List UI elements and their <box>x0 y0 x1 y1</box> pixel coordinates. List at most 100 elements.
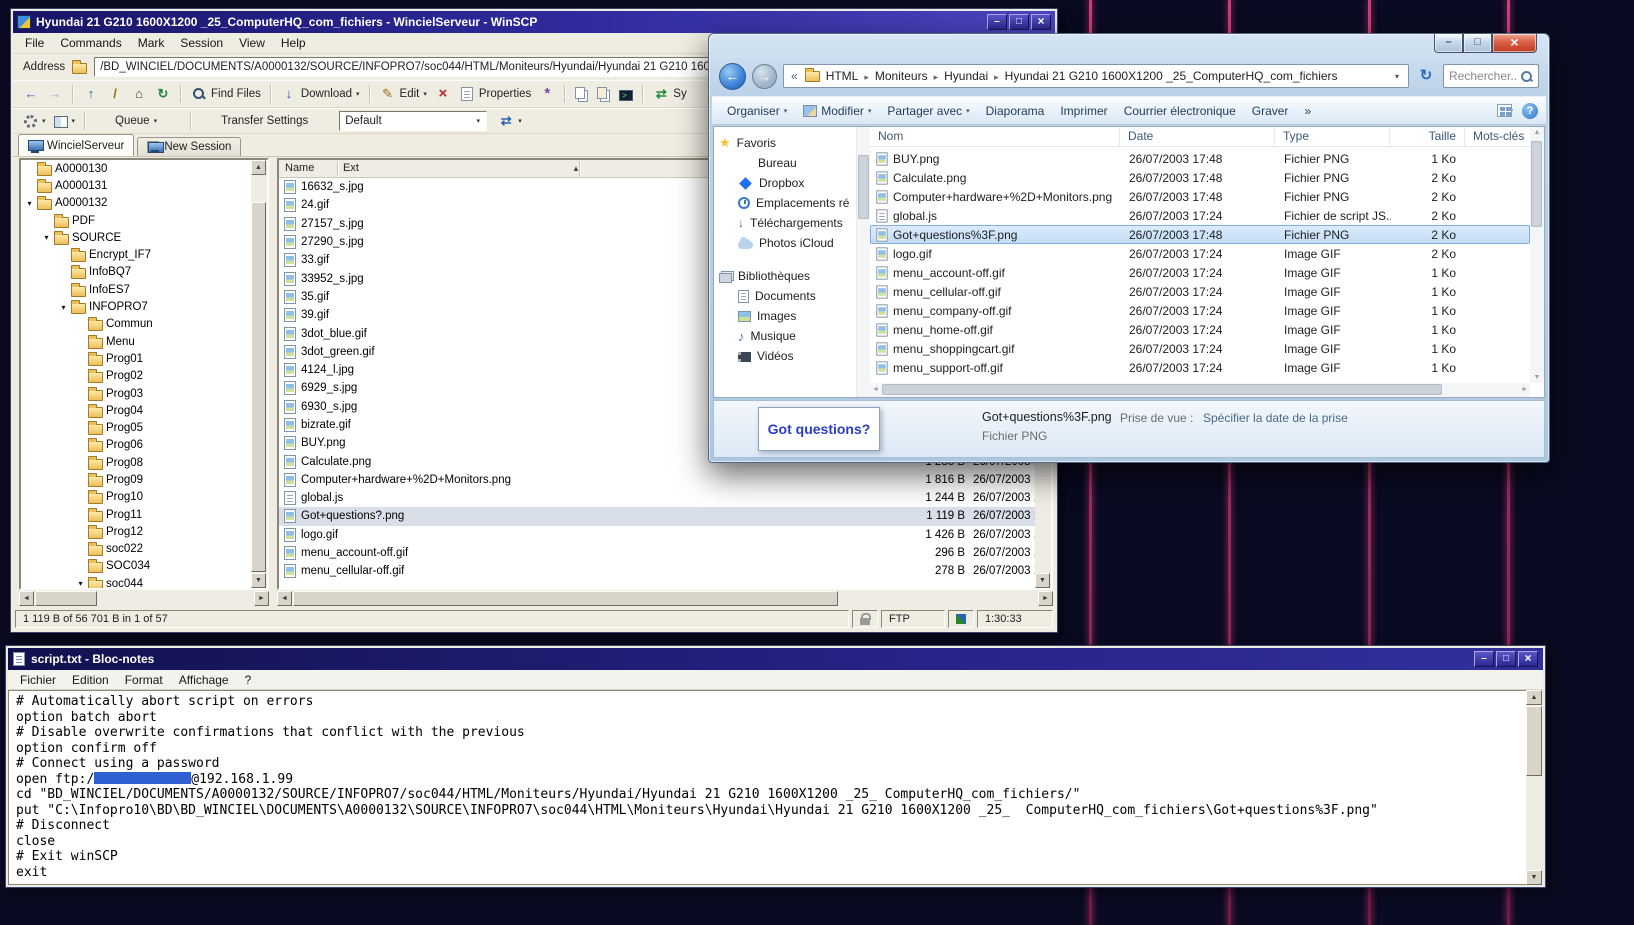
toolbar-button[interactable]: Download <box>278 84 363 104</box>
file-preview-thumbnail[interactable]: Got questions? <box>758 407 880 451</box>
toolbar-button[interactable] <box>536 84 558 104</box>
command-button[interactable]: Courrier électronique <box>1117 101 1243 121</box>
tree-node[interactable]: Menu <box>21 333 251 350</box>
toolbar-button[interactable] <box>51 112 79 130</box>
file-row[interactable]: global.js 1 244 B 26/07/2003 1 <box>279 489 1035 507</box>
sidebar-scrollbar[interactable] <box>856 127 870 397</box>
toolbar-button[interactable] <box>642 85 644 103</box>
file-row[interactable]: menu_shoppingcart.gif 26/07/2003 17:24 I… <box>870 339 1530 358</box>
scroll-up-icon[interactable] <box>1526 690 1542 705</box>
tree-node[interactable]: Prog10 <box>21 489 251 506</box>
menu-item[interactable]: File <box>17 34 52 52</box>
toolbar-button[interactable] <box>80 84 102 104</box>
tree-node[interactable]: Prog06 <box>21 437 251 454</box>
file-row[interactable]: menu_account-off.gif 296 B 26/07/2003 1 <box>279 544 1035 562</box>
menu-item[interactable]: Session <box>172 34 231 52</box>
sidebar-item[interactable]: Emplacements ré <box>714 193 856 213</box>
toolbar-button[interactable]: Transfer Settings <box>198 111 311 131</box>
command-button[interactable]: Diaporama <box>979 101 1052 121</box>
breadcrumb-overflow-chevron[interactable]: « <box>787 69 802 83</box>
maximize-button[interactable] <box>1009 14 1029 30</box>
forward-button[interactable] <box>752 64 777 89</box>
menu-item[interactable]: Help <box>273 34 314 52</box>
scroll-up-icon[interactable]: ▲ <box>1530 129 1544 136</box>
winscp-titlebar[interactable]: Hyundai 21 G210 1600X1200 _25_ComputerHQ… <box>13 11 1055 33</box>
search-input[interactable] <box>1449 69 1517 83</box>
command-button[interactable]: » <box>1297 101 1318 121</box>
toolbar-button[interactable]: Edit <box>377 84 430 104</box>
minimize-button[interactable] <box>987 14 1007 30</box>
list-vertical-scrollbar[interactable]: ▲ ▼ <box>1530 127 1544 383</box>
minimize-button[interactable] <box>1474 651 1494 667</box>
toolbar-button[interactable] <box>162 111 184 132</box>
menu-item[interactable]: Fichier <box>12 672 64 688</box>
close-button[interactable] <box>1492 34 1537 53</box>
maximize-button[interactable] <box>1463 34 1492 53</box>
notepad-text-area[interactable]: # Automatically abort script on errors o… <box>8 690 1526 885</box>
tree-node[interactable]: A0000132 <box>21 195 251 212</box>
breadcrumb-item[interactable]: Moniteurs <box>872 69 931 83</box>
sidebar-item[interactable]: Photos iCloud <box>714 233 856 253</box>
scrollbar-thumb[interactable] <box>293 591 838 606</box>
scrollbar-thumb[interactable] <box>882 384 1442 395</box>
tree-node[interactable]: Prog03 <box>21 385 251 402</box>
toolbar-button[interactable] <box>20 112 49 131</box>
breadcrumb-item[interactable]: Hyundai <box>941 69 991 83</box>
file-row[interactable]: menu_cellular-off.gif 26/07/2003 17:24 I… <box>870 282 1530 301</box>
expanded-indicator-icon[interactable] <box>59 303 68 312</box>
file-row[interactable]: Computer+hardware+%2D+Monitors.png 26/07… <box>870 187 1530 206</box>
combo-arrow-icon[interactable] <box>470 117 486 125</box>
sidebar-item[interactable]: Bibliothèques <box>714 266 856 286</box>
tree-node[interactable]: A0000130 <box>21 160 251 177</box>
transfer-settings-combo[interactable]: Default <box>339 111 487 131</box>
scroll-left-icon[interactable] <box>277 591 292 606</box>
tree-node[interactable]: soc044 <box>21 575 251 588</box>
tree-node[interactable]: SOC034 <box>21 558 251 575</box>
session-tab[interactable]: New Session <box>137 137 241 156</box>
column-header[interactable]: Taille <box>1390 127 1465 147</box>
file-row[interactable]: BUY.png 26/07/2003 17:48 Fichier PNG 1 K… <box>870 149 1530 168</box>
expanded-indicator-icon[interactable] <box>76 579 85 588</box>
scroll-left-icon[interactable] <box>19 591 34 606</box>
command-button[interactable]: Organiser <box>720 101 794 121</box>
toolbar-button[interactable]: Default <box>313 109 493 133</box>
tree-node[interactable]: Prog01 <box>21 350 251 367</box>
tree-horizontal-scrollbar[interactable] <box>19 591 269 607</box>
toolbar-button[interactable] <box>180 85 182 103</box>
scroll-right-icon[interactable]: ► <box>1521 386 1528 393</box>
tree-node[interactable]: SOURCE <box>21 229 251 246</box>
details-shot-value[interactable]: Spécifier la date de la prise <box>1203 411 1348 425</box>
sidebar-item[interactable]: Documents <box>714 286 856 306</box>
file-row[interactable]: Got+questions%3F.png 26/07/2003 17:48 Fi… <box>870 225 1530 244</box>
sidebar-item[interactable]: Musique <box>714 326 856 346</box>
command-button[interactable]: Graver <box>1245 101 1296 121</box>
tree-node[interactable]: Commun <box>21 316 251 333</box>
back-button[interactable] <box>719 63 746 90</box>
toolbar-button[interactable] <box>564 85 566 103</box>
toolbar-button[interactable] <box>20 84 42 104</box>
breadcrumb-item[interactable]: Hyundai 21 G210 1600X1200 _25_ComputerHQ… <box>1002 69 1341 83</box>
notepad-titlebar[interactable]: script.txt - Bloc-notes <box>8 648 1543 670</box>
sidebar-item[interactable]: Téléchargements <box>714 213 856 233</box>
toolbar-button[interactable] <box>369 85 371 103</box>
command-button[interactable]: Modifier <box>796 101 878 121</box>
scrollbar-thumb[interactable] <box>1526 706 1542 776</box>
column-header[interactable]: Nom <box>870 127 1120 147</box>
close-button[interactable] <box>1518 651 1538 667</box>
sidebar-item[interactable]: Vidéos <box>714 346 856 366</box>
files-horizontal-scrollbar[interactable] <box>277 591 1053 607</box>
sidebar-item[interactable]: Bureau <box>714 153 856 173</box>
column-header-name[interactable]: Name <box>285 162 314 174</box>
column-header[interactable]: Type <box>1275 127 1390 147</box>
toolbar-button[interactable] <box>432 84 454 104</box>
sidebar-item[interactable] <box>714 366 856 386</box>
tree-node[interactable]: Prog12 <box>21 523 251 540</box>
breadcrumb-item[interactable]: HTML <box>823 69 862 83</box>
scroll-down-icon[interactable] <box>251 573 266 588</box>
minimize-button[interactable] <box>1434 34 1463 53</box>
file-row[interactable]: menu_account-off.gif 26/07/2003 17:24 Im… <box>870 263 1530 282</box>
toolbar-button[interactable]: Sy <box>650 84 689 104</box>
scroll-down-icon[interactable]: ▼ <box>1530 374 1544 381</box>
session-tab[interactable]: WincielServeur <box>18 134 134 156</box>
column-divider[interactable] <box>337 161 338 176</box>
